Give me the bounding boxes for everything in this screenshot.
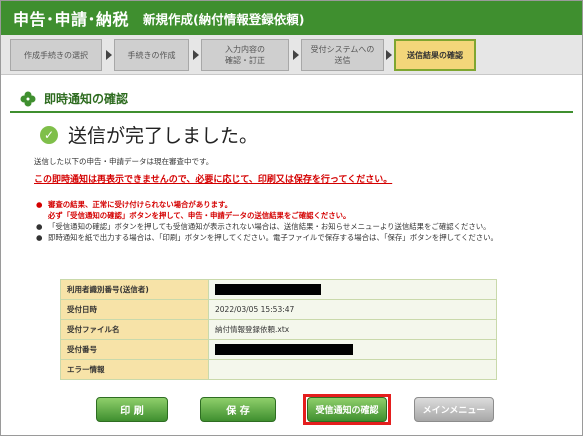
review-note: 送信した以下の申告・申請データは現在審査中です。: [34, 157, 214, 166]
row-label: 受付日時: [60, 299, 209, 320]
step-create-procedure: 手続きの作成: [114, 39, 189, 71]
step-arrow-icon: [106, 50, 112, 60]
app-header: 申告･申請･納税 新規作成(納付情報登録依頼): [1, 1, 582, 35]
notice-list: ● 審査の結果、正常に受け付けられない場合があります。 必ず「受信通知の確認」ボ…: [36, 199, 576, 243]
app-title: 申告･申請･納税: [13, 10, 130, 29]
notice-text: 即時通知を紙で出力する場合は、「印刷」ボタンを押してください。電子ファイルで保存…: [48, 233, 498, 242]
step-arrow-icon: [193, 50, 199, 60]
notice-text: 必ず「受信通知の確認」ボタンを押して、申告・申請データの送信結果をご確認ください…: [48, 211, 351, 220]
check-circle-icon: ✓: [40, 125, 58, 144]
list-item: ● 「受信通知の確認」ボタンを押しても受信通知が表示されない場合は、送信結果・お…: [36, 221, 576, 232]
user-id-value: [208, 279, 497, 300]
bullet-icon: ●: [36, 233, 43, 242]
step-result-active: 送信結果の確認: [394, 39, 476, 71]
step-select-procedure: 作成手続きの選択: [10, 39, 102, 71]
row-label: エラー情報: [60, 359, 209, 380]
bullet-icon: ●: [36, 200, 43, 209]
section-title: 即時通知の確認: [20, 90, 128, 107]
notice-text: 「受信通知の確認」ボタンを押しても受信通知が表示されない場合は、送信結果・お知ら…: [48, 222, 491, 231]
table-row: 受付日時 2022/03/05 15:53:47: [60, 299, 497, 320]
progress-steps: 作成手続きの選択 手続きの作成 入力内容の 確認・訂正 受付システムへの 送信 …: [1, 35, 582, 75]
received-filename-value: 納付情報登録依頼.xtx: [208, 319, 497, 340]
row-label: 受付ファイル名: [60, 319, 209, 340]
save-button[interactable]: 保 存: [200, 397, 276, 422]
step-arrow-icon: [293, 50, 299, 60]
received-datetime-value: 2022/03/05 15:53:47: [208, 299, 497, 320]
table-row: エラー情報: [60, 359, 497, 380]
table-row: 受付番号: [60, 339, 497, 360]
notice-text: 審査の結果、正常に受け付けられない場合があります。: [48, 200, 233, 209]
completion-status: ✓ 送信が完了しました。: [40, 121, 258, 148]
table-row: 受付ファイル名 納付情報登録依頼.xtx: [60, 319, 497, 340]
page-subtitle: 新規作成(納付情報登録依頼): [143, 11, 305, 27]
main-menu-button[interactable]: メインメニュー: [414, 397, 494, 422]
step-arrow-icon: [386, 50, 392, 60]
table-row: 利用者識別番号(送信者): [60, 279, 497, 300]
print-button[interactable]: 印 刷: [96, 397, 168, 422]
receipt-number-value: [208, 339, 497, 360]
list-item: ● 審査の結果、正常に受け付けられない場合があります。 必ず「受信通知の確認」ボ…: [36, 199, 576, 221]
error-info-value: [208, 359, 497, 380]
section-divider: [10, 111, 573, 113]
step-confirm-input: 入力内容の 確認・訂正: [201, 39, 289, 71]
completion-message: 送信が完了しました。: [68, 125, 259, 147]
redaction-bar: [215, 344, 353, 355]
clover-icon: [20, 91, 36, 106]
redaction-bar: [215, 284, 321, 295]
receipt-info-table: 利用者識別番号(送信者) 受付日時 2022/03/05 15:53:47 受付…: [60, 279, 497, 380]
row-label: 利用者識別番号(送信者): [60, 279, 209, 300]
section-title-label: 即時通知の確認: [44, 92, 129, 106]
list-item: ● 即時通知を紙で出力する場合は、「印刷」ボタンを押してください。電子ファイルで…: [36, 232, 576, 243]
bullet-icon: ●: [36, 222, 43, 231]
step-send: 受付システムへの 送信: [301, 39, 384, 71]
row-label: 受付番号: [60, 339, 209, 360]
receipt-button-highlight: [303, 394, 391, 425]
redisplay-warning: この即時通知は再表示できませんので、必要に応じて、印刷又は保存を行ってください。: [34, 175, 393, 185]
